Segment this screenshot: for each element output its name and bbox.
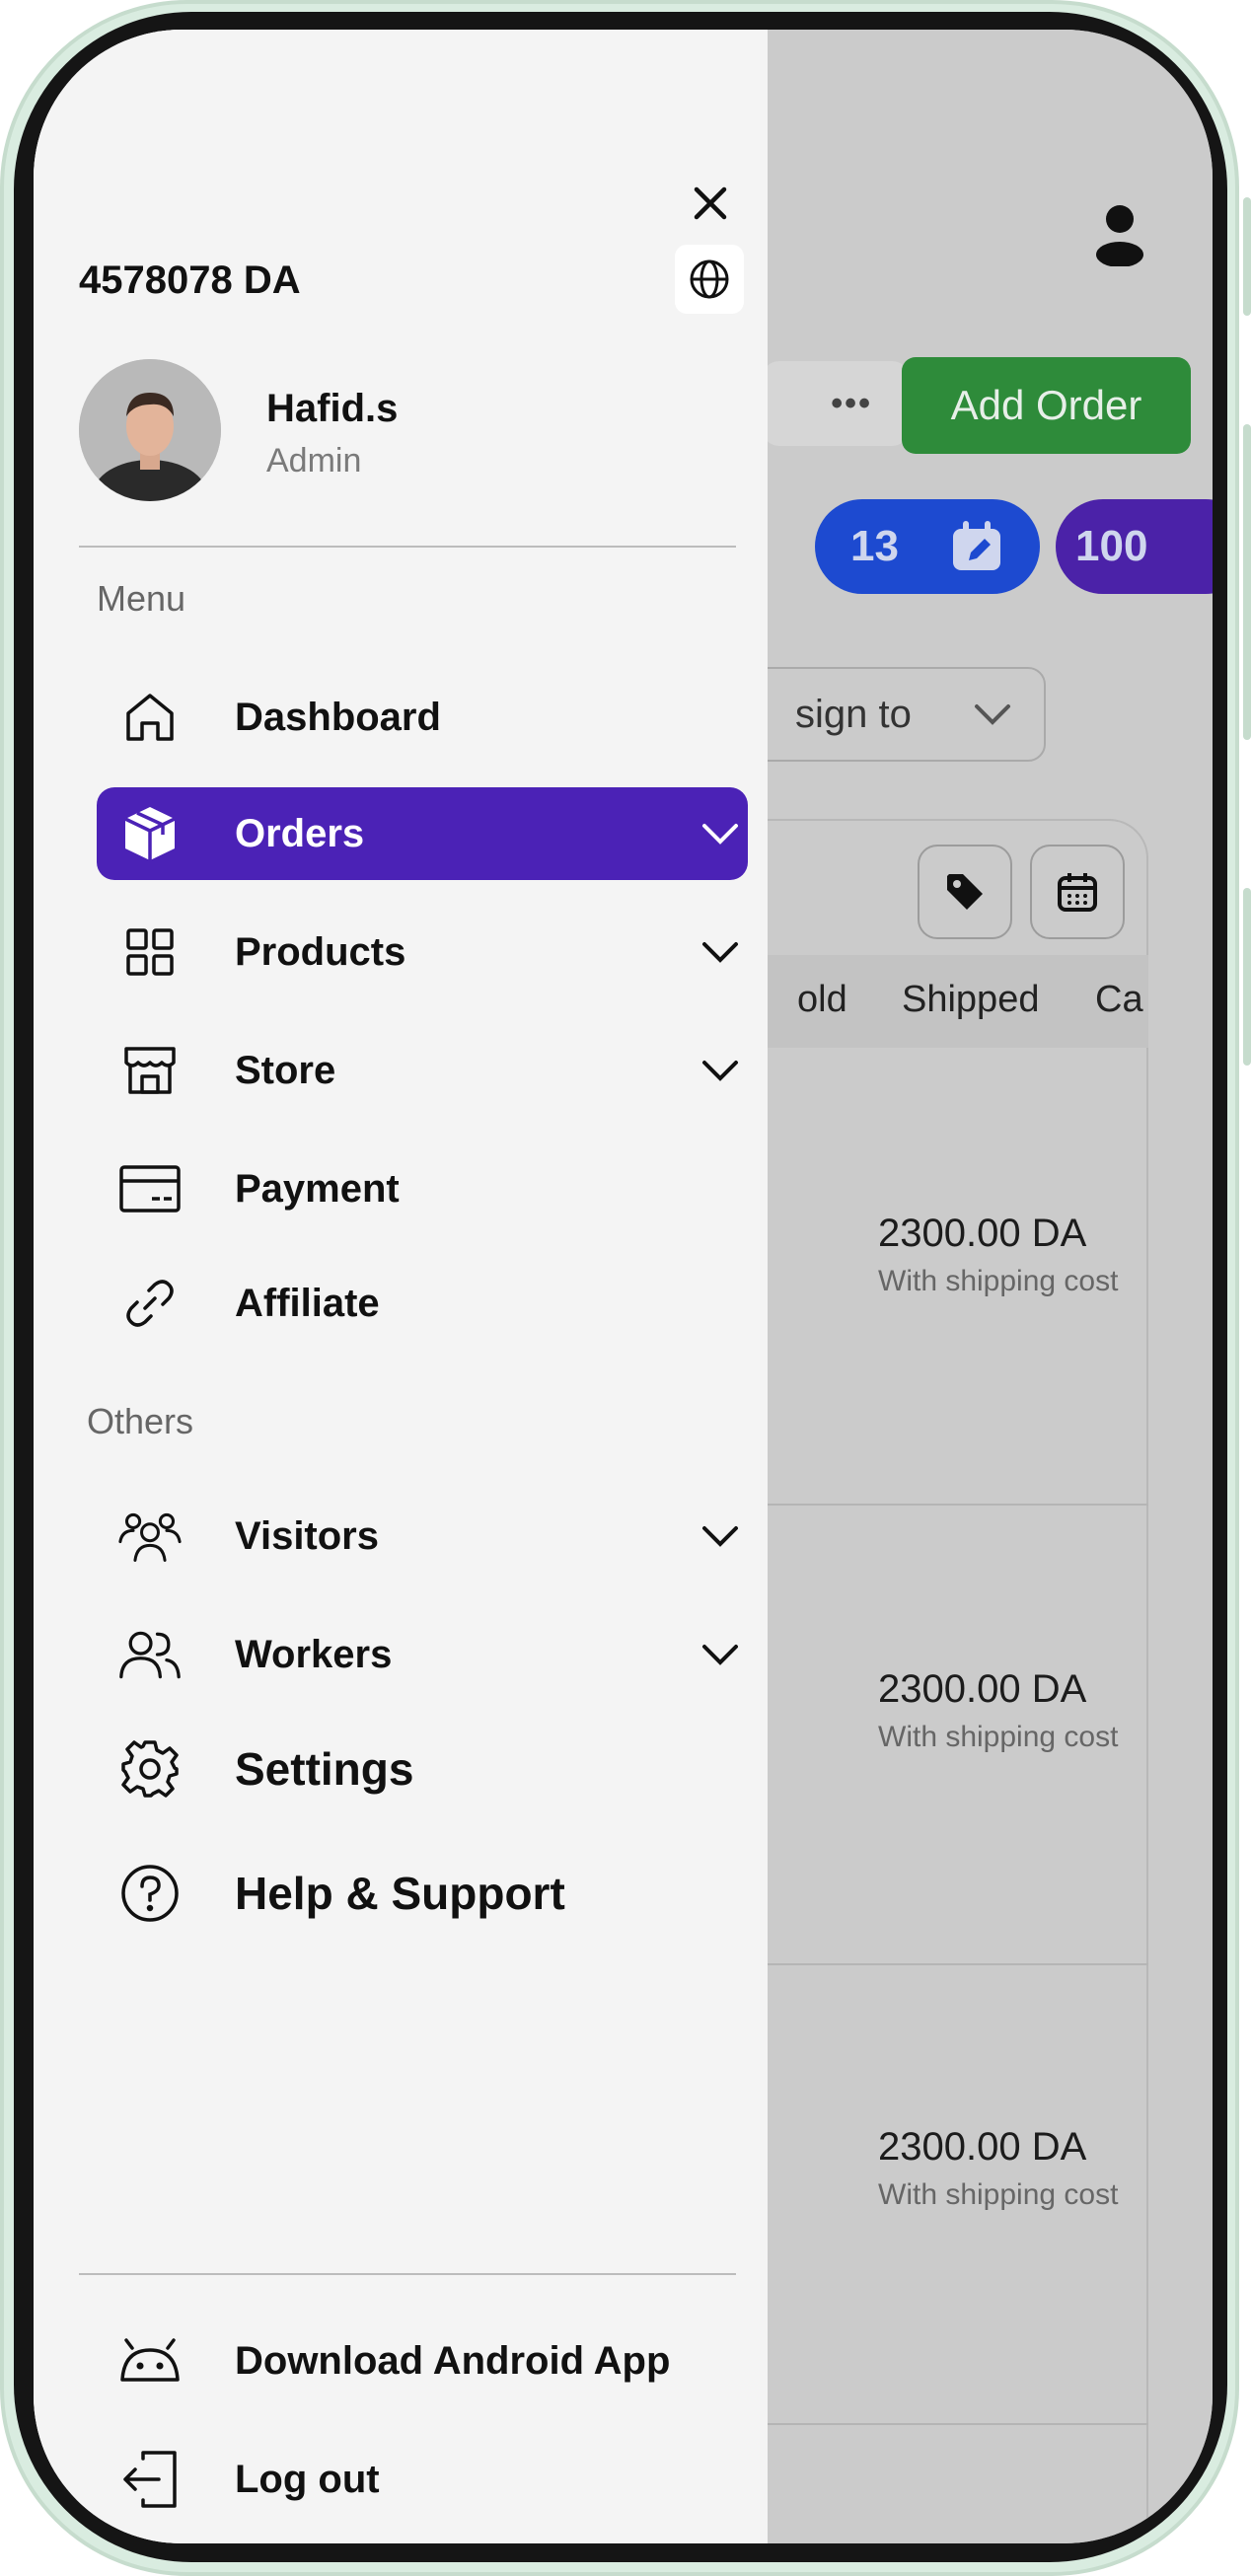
download-android-button[interactable]: Download Android App	[97, 2315, 748, 2407]
pill-count: 13	[850, 522, 899, 570]
avatar-portrait	[79, 359, 221, 501]
globe-icon	[690, 259, 729, 299]
order-price-note: With shipping cost	[878, 2178, 1119, 2211]
nav-item-products[interactable]: Products	[97, 906, 748, 998]
table-row[interactable]: 2300.00 DA With shipping cost	[704, 1508, 1148, 1965]
assign-to-select[interactable]: sign to	[724, 667, 1046, 762]
nav-item-orders[interactable]: Orders	[97, 787, 748, 880]
nav-item-label: Settings	[235, 1743, 414, 1795]
language-button[interactable]	[675, 245, 744, 314]
column-header: Ca	[1095, 979, 1143, 1020]
order-price: 2300.00 DA	[878, 2125, 1087, 2169]
link-icon	[118, 1272, 182, 1335]
divider	[79, 2273, 736, 2275]
package-icon	[118, 802, 182, 865]
phone-side-button	[1243, 197, 1251, 316]
nav-item-dashboard[interactable]: Dashboard	[97, 671, 748, 764]
calendar-icon	[1058, 873, 1097, 912]
others-section-label: Others	[87, 1401, 194, 1441]
close-icon[interactable]	[689, 182, 732, 225]
user-name: Hafid.s	[266, 387, 399, 430]
tag-filter-button[interactable]	[918, 845, 1012, 939]
nav-item-label: Dashboard	[235, 695, 441, 739]
nav-item-label: Help & Support	[235, 1868, 565, 1919]
nav-item-label: Log out	[235, 2457, 380, 2501]
user-role: Admin	[266, 442, 362, 479]
credit-card-icon	[118, 1157, 182, 1220]
date-filter-button[interactable]	[1030, 845, 1125, 939]
navigation-drawer: 4578078 DA Hafid.s Admin Menu Dashboard …	[34, 30, 768, 2543]
nav-item-visitors[interactable]: Visitors	[97, 1490, 748, 1582]
chevron-down-icon	[702, 1526, 738, 1547]
nav-item-payment[interactable]: Payment	[97, 1142, 748, 1235]
divider	[79, 546, 736, 548]
status-pill-purple[interactable]: 100	[1056, 499, 1213, 594]
nav-item-label: Orders	[235, 811, 365, 855]
chevron-down-icon	[702, 1645, 738, 1665]
phone-power-button	[1243, 888, 1251, 1066]
logout-button[interactable]: Log out	[97, 2433, 748, 2526]
chevron-down-icon	[702, 824, 738, 845]
more-options-button[interactable]: •••	[762, 361, 910, 446]
nav-item-help[interactable]: Help & Support	[97, 1847, 748, 1940]
chevron-down-icon	[702, 942, 738, 963]
status-pill-blue[interactable]: 13	[815, 499, 1040, 594]
add-order-button[interactable]: Add Order	[902, 357, 1191, 454]
calendar-edit-icon	[953, 521, 1000, 570]
chevron-down-icon	[702, 1061, 738, 1081]
nav-item-store[interactable]: Store	[97, 1024, 748, 1117]
visitors-icon	[118, 1505, 182, 1568]
nav-item-label: Affiliate	[235, 1281, 380, 1325]
order-price: 2300.00 DA	[878, 1212, 1087, 1255]
tag-icon	[947, 874, 983, 910]
wallet-balance: 4578078 DA	[79, 258, 301, 302]
nav-item-label: Visitors	[235, 1513, 379, 1558]
nav-item-workers[interactable]: Workers	[97, 1608, 748, 1701]
column-header: Shipped	[902, 979, 1040, 1020]
android-icon	[118, 2329, 182, 2392]
column-header: old	[797, 979, 847, 1020]
phone-volume-button	[1243, 424, 1251, 740]
nav-item-label: Download Android App	[235, 2338, 671, 2383]
store-icon	[118, 1039, 182, 1102]
table-header: old Shipped Ca	[704, 955, 1148, 1048]
avatar[interactable]	[79, 359, 221, 501]
profile-icon[interactable]	[1095, 203, 1144, 266]
chevron-down-icon	[975, 704, 1010, 725]
order-price: 2300.00 DA	[878, 1667, 1087, 1711]
users-icon	[118, 1623, 182, 1686]
nav-item-affiliate[interactable]: Affiliate	[97, 1257, 748, 1350]
order-price-note: With shipping cost	[878, 1721, 1119, 1753]
screen: ••• Add Order 13 100 sign to old Shipped…	[34, 30, 1213, 2543]
nav-item-label: Products	[235, 929, 406, 974]
assign-label: sign to	[795, 692, 912, 736]
menu-section-label: Menu	[97, 578, 186, 619]
table-row[interactable]: 2300.00 DA With shipping cost	[704, 1048, 1148, 1506]
gear-icon	[118, 1737, 182, 1801]
table-row[interactable]: 2300.00 DA With shipping cost	[704, 1967, 1148, 2425]
home-icon	[118, 686, 182, 749]
grid-icon	[118, 920, 182, 984]
order-price-note: With shipping cost	[878, 1265, 1119, 1297]
help-icon	[118, 1862, 182, 1925]
pill-count: 100	[1075, 522, 1148, 570]
logout-icon	[118, 2448, 182, 2511]
nav-item-settings[interactable]: Settings	[97, 1723, 748, 1815]
nav-item-label: Payment	[235, 1166, 400, 1211]
nav-item-label: Workers	[235, 1632, 393, 1676]
nav-item-label: Store	[235, 1048, 336, 1092]
